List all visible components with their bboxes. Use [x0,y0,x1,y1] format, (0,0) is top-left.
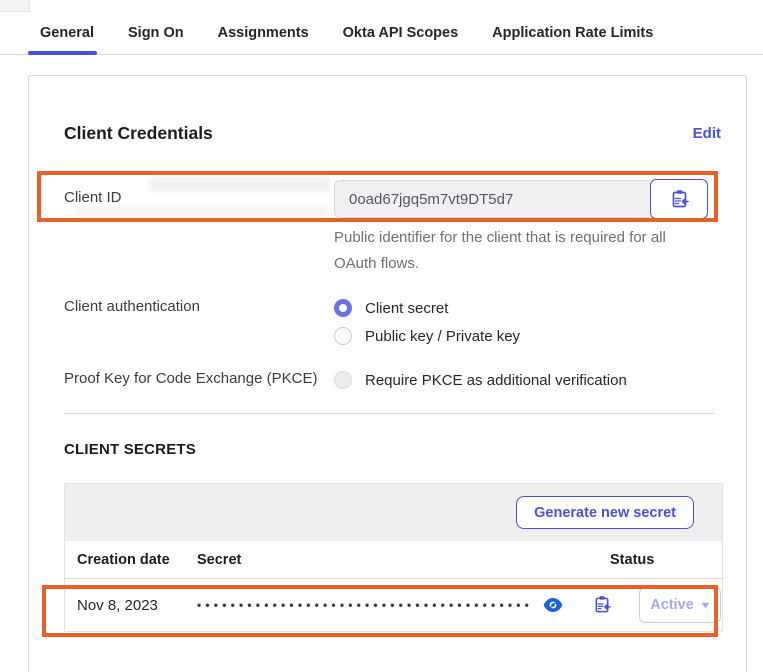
secret-creation-date: Nov 8, 2023 [77,597,197,614]
header-creation-date: Creation date [77,552,197,568]
copy-client-id-button[interactable] [650,179,708,219]
radio-public-private-key-label: Public key / Private key [365,328,520,345]
tab-bar: General Sign On Assignments Okta API Sco… [0,0,763,55]
client-credentials-title: Client Credentials [64,122,213,144]
tab-okta-api-scopes[interactable]: Okta API Scopes [343,25,459,41]
radio-client-secret[interactable]: Client secret [334,295,721,321]
section-divider [64,413,714,414]
clipboard-paste-icon [670,189,689,210]
pkce-checkbox[interactable]: Require PKCE as additional verification [334,367,721,393]
secret-table-row: Nov 8, 2023 ••••••••••••••••••••••••••••… [65,579,722,631]
pkce-row: Proof Key for Code Exchange (PKCE) Requi… [64,367,721,393]
tab-assignments[interactable]: Assignments [218,25,309,41]
secrets-table-header: Creation date Secret Status [65,541,722,579]
client-secrets-table: Generate new secret Creation date Secret… [64,483,723,632]
header-secret: Secret [197,552,610,568]
radio-public-private-key[interactable]: Public key / Private key [334,323,721,349]
clipboard-paste-icon [593,595,611,615]
checkbox-unchecked-icon [334,371,352,389]
client-secrets-title: CLIENT SECRETS [64,440,721,459]
tab-application-rate-limits[interactable]: Application Rate Limits [492,25,653,41]
caret-down-icon [701,602,710,609]
tab-sign-on[interactable]: Sign On [128,25,184,41]
tab-general[interactable]: General [40,25,94,41]
masked-secret-value: •••••••••••••••••••••••••••••••••••••••• [197,599,533,611]
radio-unselected-icon [334,327,352,345]
copy-secret-button[interactable] [593,595,611,615]
show-secret-button[interactable] [543,597,563,613]
client-id-label: Client ID [64,179,334,277]
radio-client-secret-label: Client secret [365,300,448,317]
pkce-label: Proof Key for Code Exchange (PKCE) [64,367,334,393]
client-authentication-row: Client authentication Client secret Publ… [64,295,721,349]
status-label: Active [650,597,694,613]
edit-link[interactable]: Edit [693,125,721,142]
okta-app-settings-page: General Sign On Assignments Okta API Sco… [0,0,763,672]
eye-icon [543,597,563,613]
client-id-input[interactable] [334,180,650,218]
secret-value-cell: •••••••••••••••••••••••••••••••••••••••• [197,595,639,615]
client-id-row: Client ID [64,179,721,277]
generate-new-secret-button[interactable]: Generate new secret [516,496,694,529]
client-id-help-text: Public identifier for the client that is… [334,225,694,277]
client-authentication-label: Client authentication [64,295,334,349]
secrets-table-toolbar: Generate new secret [65,484,722,541]
radio-selected-icon [334,299,352,317]
header-status: Status [610,552,722,568]
secret-status-dropdown[interactable]: Active [639,587,721,623]
settings-card: Client Credentials Edit Client ID [28,75,747,672]
pkce-option-label: Require PKCE as additional verification [365,372,627,389]
client-credentials-header: Client Credentials Edit [64,122,721,144]
